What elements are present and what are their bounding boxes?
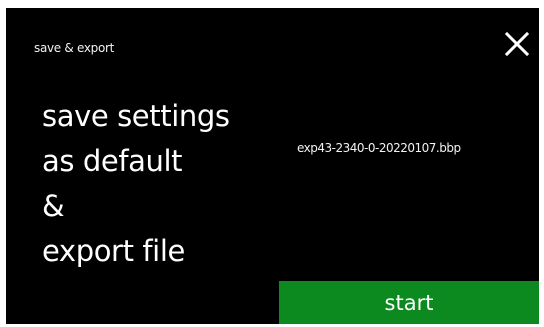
export-filename: exp43-2340-0-20220107.bbp bbox=[297, 141, 461, 155]
device-screen: save & export save settings as default &… bbox=[6, 8, 539, 324]
description-text: save settings as default & export file bbox=[42, 94, 230, 274]
description-line: save settings bbox=[42, 99, 230, 133]
close-icon bbox=[504, 31, 530, 57]
close-button[interactable] bbox=[500, 27, 534, 61]
description-line: export file bbox=[42, 234, 185, 268]
start-button[interactable]: start bbox=[279, 281, 539, 324]
page-title: save & export bbox=[34, 41, 115, 55]
description-line: as default bbox=[42, 144, 183, 178]
description-line: & bbox=[42, 189, 65, 223]
start-button-label: start bbox=[384, 290, 434, 315]
